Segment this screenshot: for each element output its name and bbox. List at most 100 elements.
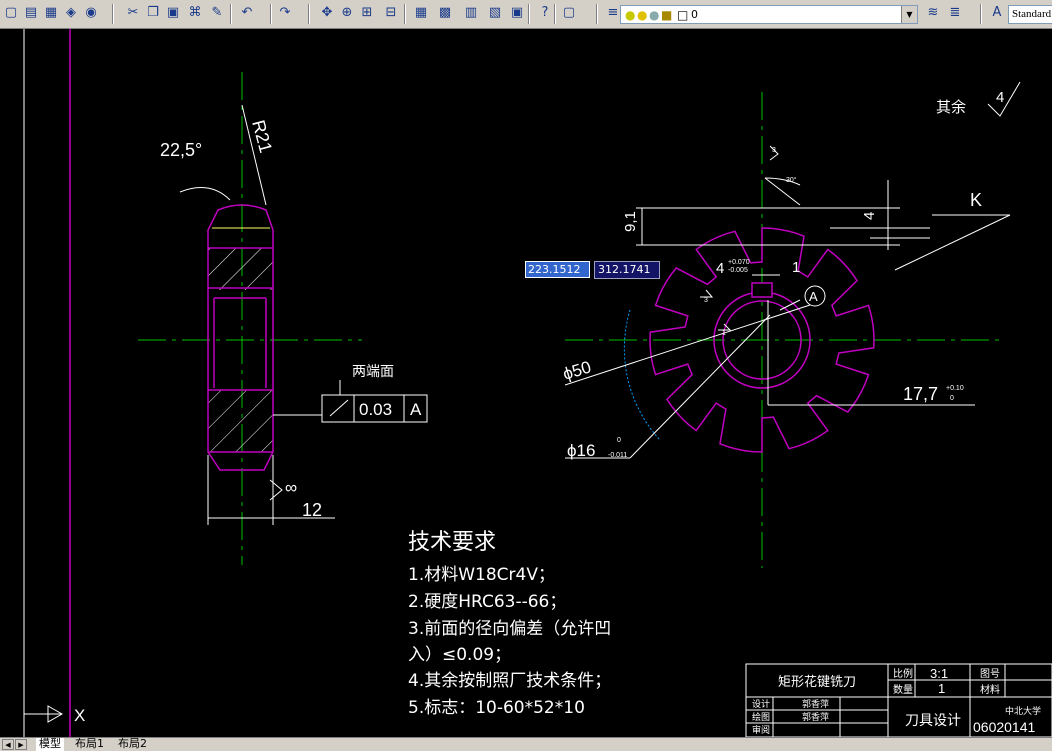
bore-dia-dim: ϕ16 <box>567 441 595 460</box>
roughness-rest-label: 其余 <box>936 98 966 116</box>
zoom-previous-icon[interactable]: ▩ <box>436 4 454 22</box>
tab-layout2[interactable]: 布局2 <box>115 738 150 751</box>
radius-1-dim: 1 <box>792 259 800 276</box>
layer-state-icon[interactable]: ≣ <box>946 4 964 22</box>
end-face-label: 两端面 <box>352 364 394 380</box>
offset-dim: 17,7 <box>903 384 938 404</box>
roughness-a: 3 <box>704 297 708 304</box>
open-icon[interactable]: ▤ <box>22 4 40 22</box>
layout-tabs: ◀ ▶ 模型 布局1 布局2 <box>0 737 1052 751</box>
toolbar-separator <box>554 4 556 24</box>
print-icon[interactable]: ◈ <box>62 4 80 22</box>
keyway-upper-tol: +0.070 <box>728 259 750 266</box>
design-center-icon[interactable]: ▧ <box>486 4 504 22</box>
cut-icon[interactable]: ▣ <box>164 4 182 22</box>
layer-previous-icon[interactable]: ≋ <box>924 4 942 22</box>
bore-upper-tol: 0 <box>617 437 621 444</box>
pan-icon[interactable]: ⊞ <box>358 4 376 22</box>
infinity-symbol: ∞ <box>285 478 297 497</box>
width-dim: 12 <box>302 500 322 520</box>
brush-icon[interactable]: ↷ <box>276 4 294 22</box>
designer-label: 设计 <box>752 698 770 710</box>
text-style-dropdown[interactable]: Standard <box>1008 5 1052 24</box>
next-tab-button[interactable]: ▶ <box>15 739 27 750</box>
angle-dim: 22,5° <box>160 140 202 160</box>
drawing-canvas[interactable]: 22,5° R21 两端面 0.03 A ∞ 12 30° K 4 9,1 4 … <box>0 29 1052 737</box>
toolbar-separator <box>270 4 272 24</box>
markup-icon[interactable]: ▢ <box>560 4 578 22</box>
zoom-window-icon[interactable]: ▦ <box>412 4 430 22</box>
first-tab-button[interactable]: ◀ <box>2 739 14 750</box>
quantity-label: 数量 <box>893 683 913 696</box>
chevron-down-icon[interactable]: ▼ <box>901 6 917 23</box>
tech-line-1: 1.材料W18Cr4V； <box>408 565 555 585</box>
roughness-c: 1 <box>722 330 726 337</box>
coord-x-value[interactable]: 223.1512 <box>526 262 589 277</box>
tab-model[interactable]: 模型 <box>36 738 64 751</box>
course-name: 刀具设计 <box>905 713 961 729</box>
matchprop-icon[interactable]: ↶ <box>238 4 256 22</box>
material-label: 材料 <box>980 683 1000 696</box>
offset-upper-tol: +0.10 <box>946 385 964 392</box>
datum-circle-label: A <box>809 289 818 304</box>
tech-line-3: 3.前面的径向偏差（允许凹 <box>408 619 611 639</box>
sun-icon: ● <box>637 8 648 22</box>
toolbar-separator <box>528 4 530 24</box>
height-dim: 9,1 <box>622 211 639 232</box>
part-name: 矩形花键铣刀 <box>778 674 856 690</box>
sheet-set-icon[interactable]: ? <box>536 4 554 22</box>
offset-lower-tol: 0 <box>950 395 954 402</box>
new-icon[interactable]: ▢ <box>2 4 20 22</box>
plot-icon[interactable]: ❐ <box>144 4 162 22</box>
tech-title: 技术要求 <box>408 530 496 555</box>
dynamic-input-x[interactable]: 223.1512 <box>525 261 590 278</box>
bore-lower-tol: -0.011 <box>608 452 627 459</box>
scale-value: 3:1 <box>930 666 948 681</box>
undo-icon[interactable]: ✥ <box>318 4 336 22</box>
drawing-no-label: 图号 <box>980 668 1000 680</box>
quantity-value: 1 <box>938 681 945 696</box>
tech-line-3b: 入）≤0.09； <box>408 645 511 665</box>
zoom-realtime-icon[interactable]: ⊟ <box>382 4 400 22</box>
preview-icon[interactable]: ◉ <box>82 4 100 22</box>
layer-dropdown[interactable]: ● ● ● ■ □ 0 ▼ <box>620 5 918 24</box>
toolbar-separator <box>404 4 406 24</box>
scale-label: 比例 <box>893 667 913 680</box>
tech-line-5: 5.标志：10-60*52*10 <box>408 698 585 718</box>
ucs-x-label: X <box>74 706 85 725</box>
layer-name: 0 <box>691 8 698 21</box>
properties-icon[interactable]: ▥ <box>462 4 480 22</box>
lock-icon: ■ <box>661 8 673 22</box>
dynamic-input-y[interactable]: 312.1741 <box>594 261 660 279</box>
paste-icon[interactable]: ✎ <box>208 4 226 22</box>
tech-line-4: 4.其余按制照厂技术条件； <box>408 671 611 691</box>
tab-layout1[interactable]: 布局1 <box>72 738 107 751</box>
checker-label: 审阅 <box>752 724 770 736</box>
text-style-icon[interactable]: A <box>988 4 1006 22</box>
tool-palette-icon[interactable]: ▣ <box>508 4 526 22</box>
roughness-b: 3 <box>772 147 776 154</box>
toolbar-separator <box>596 4 598 24</box>
angle-30-dim: 30° <box>786 176 797 184</box>
drafter-label: 绘图 <box>752 711 770 723</box>
redo-icon[interactable]: ⊕ <box>338 4 356 22</box>
roughness-rest-value: 4 <box>996 89 1004 106</box>
copy-icon[interactable]: ⌘ <box>186 4 204 22</box>
school-name: 中北大学 <box>1005 705 1041 717</box>
depth-dim: 4 <box>861 212 878 220</box>
drafter-name: 郭香萍 <box>802 711 829 723</box>
toolbar-separator <box>112 4 114 24</box>
toolbar-separator <box>308 4 310 24</box>
save-icon[interactable]: ▦ <box>42 4 60 22</box>
keyway-lower-tol: -0.005 <box>728 267 748 274</box>
detail-k-label: K <box>970 190 982 210</box>
keyway-width-dim: 4 <box>716 260 724 277</box>
publish-icon[interactable]: ✂ <box>124 4 142 22</box>
tech-line-2: 2.硬度HRC63--66； <box>408 592 566 612</box>
tolerance-value: 0.03 <box>359 400 392 419</box>
designer-name: 郭香萍 <box>802 698 829 710</box>
hatch-bottom <box>208 390 273 452</box>
toolbar-separator <box>980 4 982 24</box>
student-number: 06020141 <box>973 719 1036 735</box>
freeze-icon: ● <box>649 8 660 22</box>
